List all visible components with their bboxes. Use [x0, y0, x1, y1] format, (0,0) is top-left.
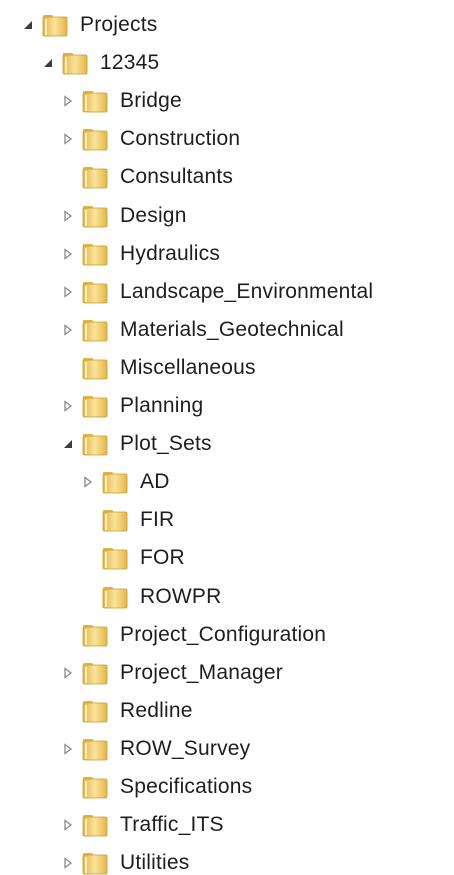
expanded-arrow-icon[interactable]	[40, 55, 56, 71]
folder-icon	[82, 661, 108, 685]
folder-icon	[102, 546, 128, 570]
tree-item-label: Miscellaneous	[120, 355, 256, 379]
collapsed-arrow-icon[interactable]	[60, 855, 76, 871]
tree-item[interactable]: Consultants	[60, 162, 233, 192]
tree-item[interactable]: Specifications	[60, 772, 252, 802]
folder-icon	[82, 813, 108, 837]
tree-item-label: Projects	[80, 13, 158, 36]
folder-icon	[82, 242, 108, 266]
folder-icon	[102, 470, 128, 494]
tree-item[interactable]: FIR	[80, 505, 174, 535]
collapsed-arrow-icon[interactable]	[60, 246, 76, 262]
folder-icon	[102, 585, 128, 609]
tree-item-label: Consultants	[120, 165, 234, 189]
collapsed-arrow-icon[interactable]	[60, 93, 76, 109]
tree-item[interactable]: Project_Configuration	[60, 620, 326, 650]
tree-item-label: Redline	[120, 698, 193, 722]
tree-item-label: Design	[120, 203, 187, 227]
folder-icon	[82, 699, 108, 723]
folder-tree: Projects 12345 Bridge Construction Consultan…	[0, 0, 454, 875]
tree-item-label: Project_Manager	[120, 660, 283, 684]
tree-item-label: Planning	[120, 394, 204, 417]
tree-item-label: ROW_Survey	[120, 736, 251, 760]
tree-item-label: Bridge	[120, 89, 182, 113]
folder-icon	[82, 623, 108, 647]
tree-item[interactable]: Plot_Sets	[60, 429, 212, 459]
folder-icon	[82, 204, 108, 228]
tree-item-label: 12345	[100, 51, 160, 75]
collapsed-arrow-icon[interactable]	[60, 208, 76, 224]
tree-item-label: FIR	[140, 508, 175, 532]
folder-icon	[42, 13, 68, 37]
folder-icon	[102, 508, 128, 532]
expanded-arrow-icon[interactable]	[20, 17, 36, 33]
tree-item[interactable]: Utilities	[60, 848, 189, 875]
folder-icon	[82, 165, 108, 189]
tree-item[interactable]: Project_Manager	[60, 658, 283, 688]
folder-icon	[82, 318, 108, 342]
tree-item[interactable]: Design	[60, 201, 187, 231]
tree-item[interactable]: Bridge	[60, 86, 182, 116]
tree-item[interactable]: Redline	[60, 696, 193, 726]
folder-icon	[82, 89, 108, 113]
collapsed-arrow-icon[interactable]	[60, 817, 76, 833]
folder-icon	[82, 356, 108, 380]
tree-item-label: Specifications	[120, 775, 253, 798]
tree-item-label: Plot_Sets	[120, 432, 212, 456]
tree-item-label: Landscape_Environmental	[120, 279, 374, 303]
tree-item[interactable]: Miscellaneous	[60, 353, 256, 383]
collapsed-arrow-icon[interactable]	[60, 322, 76, 338]
tree-item[interactable]: 12345	[40, 48, 159, 78]
collapsed-arrow-icon[interactable]	[60, 284, 76, 300]
tree-item[interactable]: Materials_Geotechnical	[60, 315, 344, 345]
folder-icon	[82, 394, 108, 418]
folder-icon	[82, 432, 108, 456]
tree-item-label: ROWPR	[140, 584, 222, 608]
collapsed-arrow-icon[interactable]	[80, 474, 96, 490]
folder-icon	[82, 280, 108, 304]
folder-icon	[82, 737, 108, 761]
tree-item-label: Project_Configuration	[120, 622, 327, 646]
collapsed-arrow-icon[interactable]	[60, 665, 76, 681]
expanded-arrow-icon[interactable]	[60, 436, 76, 452]
folder-icon	[82, 127, 108, 151]
tree-item[interactable]: AD	[80, 467, 170, 497]
tree-item[interactable]: Traffic_ITS	[60, 810, 224, 840]
tree-item-label: Construction	[120, 127, 241, 151]
tree-item[interactable]: Construction	[60, 124, 240, 154]
collapsed-arrow-icon[interactable]	[60, 131, 76, 147]
collapsed-arrow-icon[interactable]	[60, 398, 76, 414]
folder-icon	[62, 51, 88, 75]
tree-item[interactable]: Hydraulics	[60, 239, 220, 269]
collapsed-arrow-icon[interactable]	[60, 741, 76, 757]
tree-item-label: AD	[140, 470, 170, 494]
tree-item[interactable]: Projects	[20, 10, 157, 40]
tree-item[interactable]: ROW_Survey	[60, 734, 250, 764]
folder-icon	[82, 775, 108, 799]
tree-item-label: FOR	[140, 546, 185, 570]
tree-item[interactable]: Landscape_Environmental	[60, 277, 373, 307]
tree-item[interactable]: FOR	[80, 543, 185, 573]
tree-item-label: Materials_Geotechnical	[120, 317, 344, 341]
tree-item[interactable]: ROWPR	[80, 582, 222, 612]
tree-item-label: Traffic_ITS	[120, 813, 224, 837]
tree-item[interactable]: Planning	[60, 391, 203, 421]
tree-item-label: Hydraulics	[120, 241, 221, 265]
tree-item-label: Utilities	[120, 851, 190, 875]
folder-icon	[82, 851, 108, 875]
